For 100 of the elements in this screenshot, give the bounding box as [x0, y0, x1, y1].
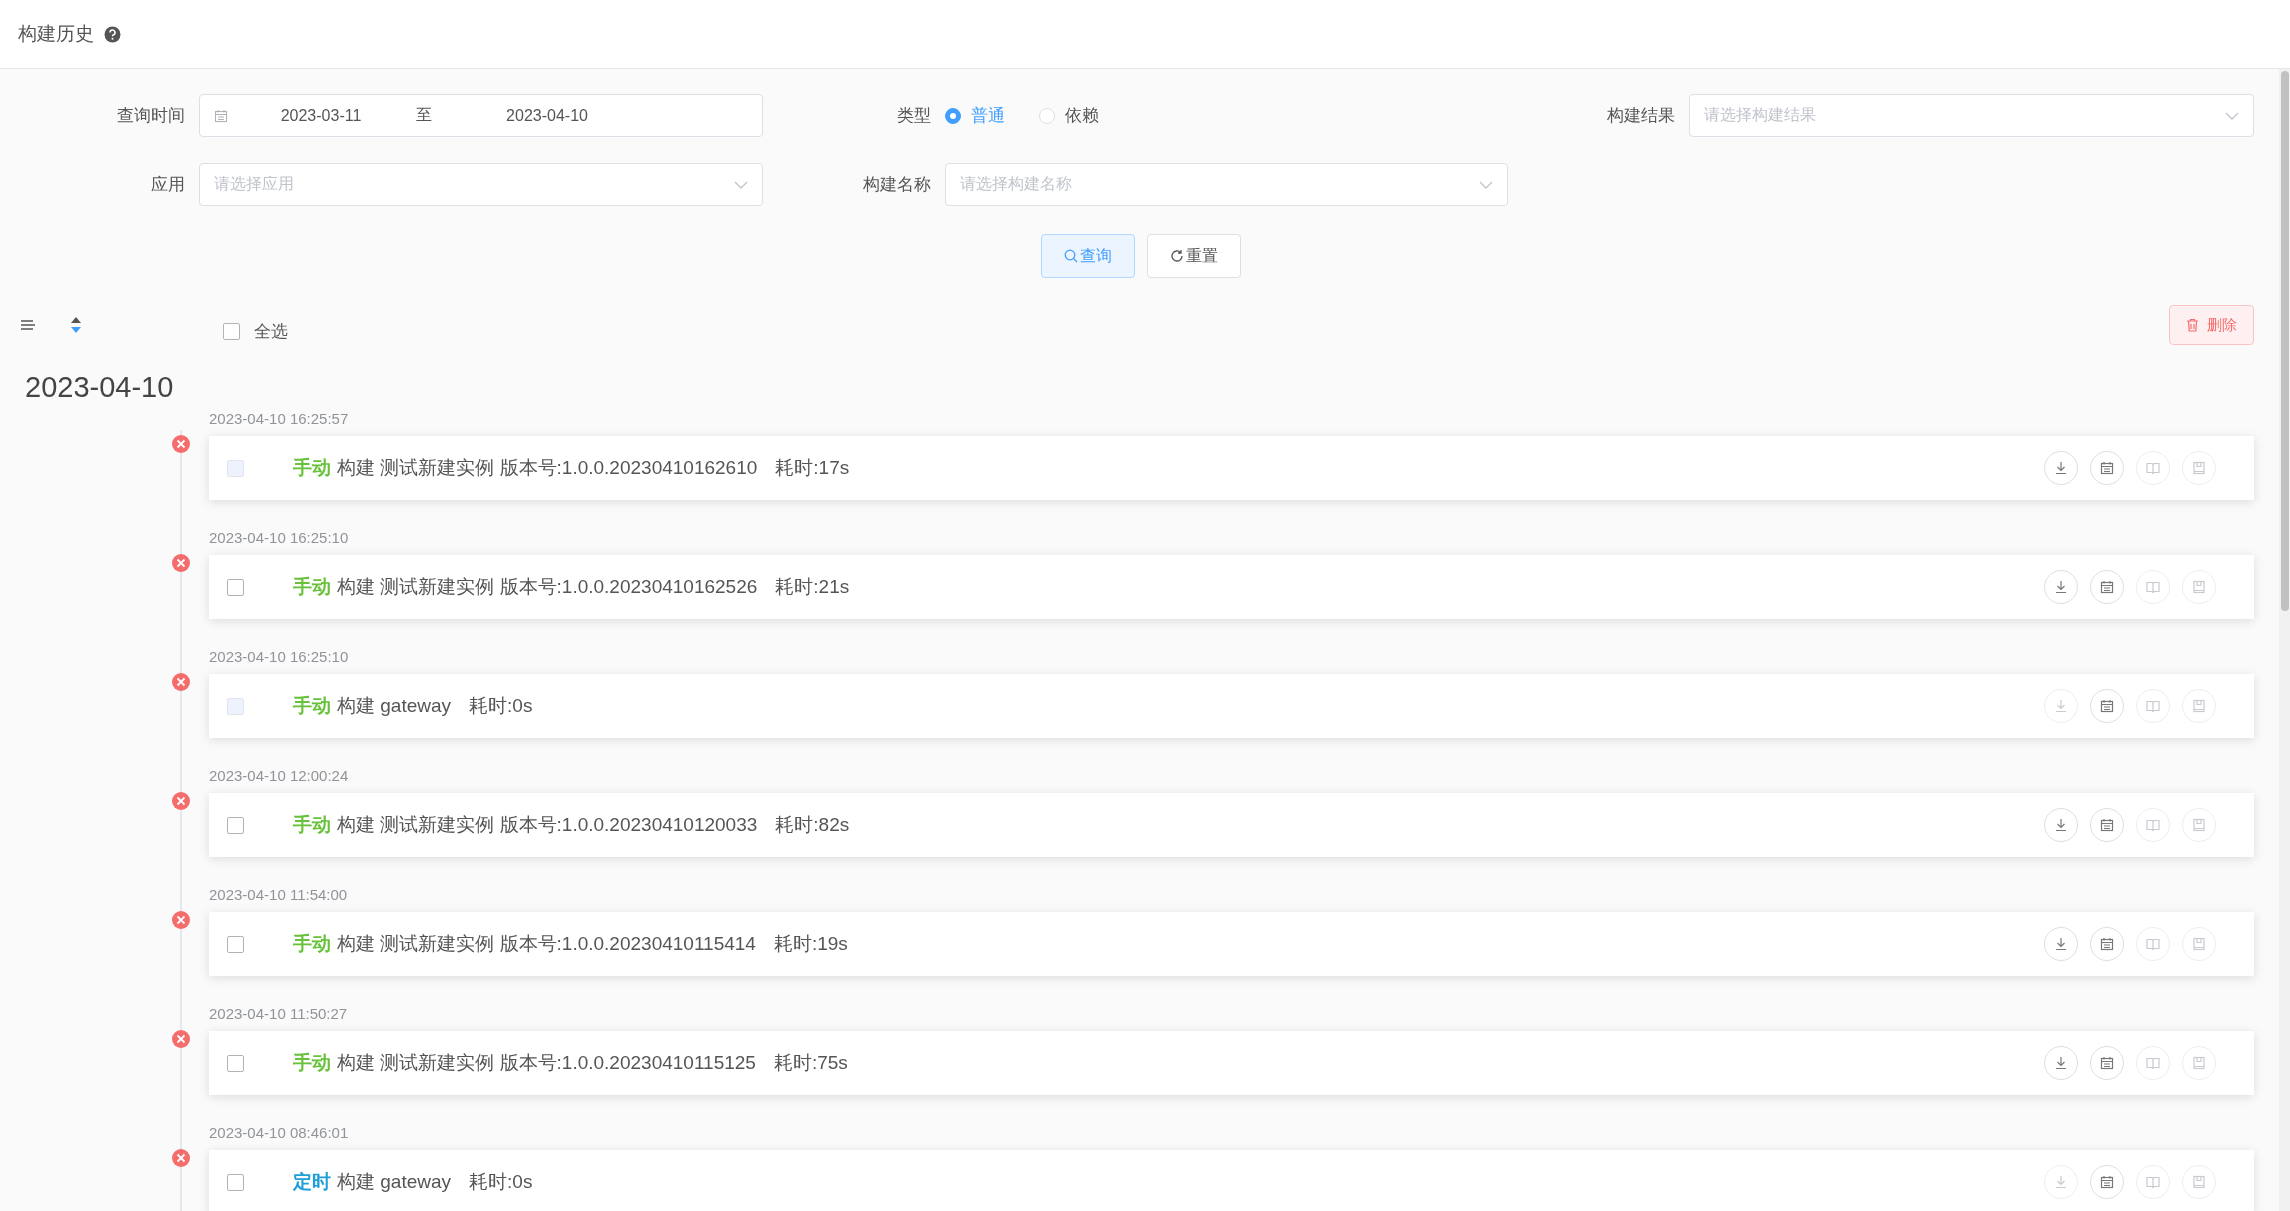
calendar-button[interactable] — [2090, 1046, 2124, 1080]
checkbox[interactable] — [227, 816, 244, 834]
select-field[interactable]: 请选择构建名称 — [945, 163, 1508, 206]
checkbox[interactable] — [227, 578, 244, 596]
chevron-down-icon — [2225, 111, 2239, 120]
field-label: 应用 — [150, 174, 186, 196]
save-icon — [2192, 937, 2206, 951]
calendar-icon — [2100, 461, 2114, 475]
timestamp: 2023-04-10 16:25:10 — [209, 529, 350, 548]
scrollbar[interactable] — [2279, 69, 2290, 1211]
build-description: 构建 gateway — [337, 694, 452, 718]
trigger-type: 定时 — [293, 1170, 331, 1194]
calendar-button[interactable] — [2090, 1165, 2124, 1199]
timestamp: 2023-04-10 08:46:01 — [209, 1124, 350, 1143]
select-field[interactable]: 请选择应用 — [199, 163, 763, 206]
end-date: 2023-04-10 — [505, 106, 589, 125]
build-duration: 耗时:0s — [469, 1170, 533, 1194]
calendar-icon — [2100, 937, 2114, 951]
chevron-down-icon — [734, 180, 748, 189]
download-button[interactable] — [2044, 808, 2078, 842]
book-icon — [2146, 580, 2160, 594]
book-icon — [2146, 818, 2160, 832]
calendar-icon — [214, 108, 228, 123]
download-icon — [2054, 461, 2068, 475]
save-icon — [2192, 699, 2206, 713]
select-field[interactable]: 请选择构建结果 — [1689, 94, 2254, 137]
checkbox[interactable] — [227, 935, 244, 953]
timestamp: 2023-04-10 16:25:57 — [209, 410, 350, 429]
book-icon — [2146, 1175, 2160, 1189]
build-duration: 耗时:19s — [773, 932, 848, 956]
field-label: 构建名称 — [862, 174, 932, 196]
download-button[interactable] — [2044, 570, 2078, 604]
calendar-icon — [2100, 699, 2114, 713]
search-button[interactable]: 查询 — [1041, 234, 1135, 278]
calendar-icon — [2100, 580, 2114, 594]
calendar-button[interactable] — [2090, 927, 2124, 961]
save-icon — [2192, 1056, 2206, 1070]
select-placeholder: 请选择构建结果 — [1704, 105, 1817, 125]
build-duration: 耗时:17s — [775, 456, 850, 480]
reset-button[interactable]: 重置 — [1147, 234, 1241, 278]
download-icon — [2054, 699, 2068, 713]
save-icon — [2192, 461, 2206, 475]
calendar-button[interactable] — [2090, 570, 2124, 604]
download-icon — [2054, 818, 2068, 832]
select-all-checkbox[interactable]: 全选 — [223, 319, 288, 343]
calendar-icon — [2100, 818, 2114, 832]
radio-option[interactable]: 依赖 — [1039, 104, 1099, 127]
build-description: 构建 测试新建实例 版本号:1.0.0.20230410162610 — [337, 456, 758, 480]
refresh-icon — [1170, 249, 1184, 263]
date-heading: 2023-04-10 — [24, 371, 175, 404]
select-placeholder: 请选择构建名称 — [960, 174, 1073, 194]
download-icon — [2054, 580, 2068, 594]
chevron-down-icon — [1479, 180, 1493, 189]
timestamp: 2023-04-10 12:00:24 — [209, 767, 350, 786]
timestamp: 2023-04-10 11:50:27 — [209, 1005, 349, 1024]
trash-icon — [2186, 318, 2199, 332]
radio-option[interactable]: 普通 — [945, 104, 1005, 127]
field-label: 查询时间 — [116, 105, 186, 127]
field-label: 类型 — [896, 105, 932, 127]
download-icon — [2054, 1056, 2068, 1070]
book-icon — [2146, 699, 2160, 713]
range-separator: 至 — [416, 105, 432, 125]
book-icon — [2146, 461, 2160, 475]
page-title: 构建历史 — [18, 22, 94, 46]
timestamp: 2023-04-10 11:54:00 — [209, 886, 349, 905]
field-label: 构建结果 — [1606, 105, 1676, 127]
date-range-field[interactable]: 2023-03-11 至 2023-04-10 — [199, 94, 763, 137]
calendar-icon — [2100, 1056, 2114, 1070]
download-icon — [2054, 937, 2068, 951]
calendar-button[interactable] — [2090, 808, 2124, 842]
book-icon — [2146, 937, 2160, 951]
build-description: 构建 测试新建实例 版本号:1.0.0.20230410162526 — [337, 575, 758, 599]
delete-button[interactable]: 删除 — [2169, 305, 2254, 345]
list-icon[interactable] — [20, 318, 36, 332]
build-duration: 耗时:0s — [469, 694, 533, 718]
checkbox[interactable] — [223, 322, 240, 340]
build-duration: 耗时:21s — [775, 575, 850, 599]
download-button[interactable] — [2044, 927, 2078, 961]
trigger-type: 手动 — [293, 932, 331, 956]
sort-icon[interactable] — [70, 316, 82, 334]
build-description: 构建 gateway — [337, 1170, 452, 1194]
download-icon — [2054, 1175, 2068, 1189]
build-duration: 耗时:82s — [775, 813, 850, 837]
book-icon — [2146, 1056, 2160, 1070]
download-button[interactable] — [2044, 1046, 2078, 1080]
trigger-type: 手动 — [293, 694, 331, 718]
save-icon — [2192, 580, 2206, 594]
build-description: 构建 测试新建实例 版本号:1.0.0.20230410115414 — [337, 932, 756, 956]
timestamp: 2023-04-10 16:25:10 — [209, 648, 350, 667]
save-icon — [2192, 1175, 2206, 1189]
build-description: 构建 测试新建实例 版本号:1.0.0.20230410115125 — [337, 1051, 756, 1075]
trigger-type: 手动 — [293, 456, 331, 480]
trigger-type: 手动 — [293, 1051, 331, 1075]
trigger-type: 手动 — [293, 813, 331, 837]
help-icon[interactable] — [104, 25, 121, 43]
build-description: 构建 测试新建实例 版本号:1.0.0.20230410120033 — [337, 813, 758, 837]
checkbox[interactable] — [227, 1054, 244, 1072]
checkbox[interactable] — [227, 1173, 244, 1191]
search-icon — [1064, 249, 1078, 263]
trigger-type: 手动 — [293, 575, 331, 599]
